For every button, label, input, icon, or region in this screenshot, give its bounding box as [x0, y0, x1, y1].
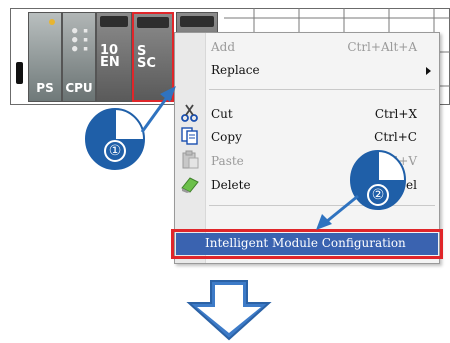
module-header — [100, 16, 128, 27]
menu-separator — [209, 89, 435, 90]
menu-item-cut[interactable]: Cut Ctrl+X — [205, 103, 439, 125]
step-number-2: ② — [367, 184, 389, 206]
module-header — [137, 17, 169, 28]
menu-item-label: Delete — [211, 178, 251, 192]
copy-icon — [181, 127, 198, 145]
step-number-1: ① — [104, 140, 126, 162]
eraser-icon — [181, 177, 199, 193]
module-cpu[interactable]: ● ▪ ● ▪ ● ▪ CPU — [62, 12, 96, 102]
menu-item-label: Cut — [211, 107, 233, 121]
menu-item-label: Copy — [211, 130, 242, 144]
module-label: PS — [36, 81, 54, 95]
scissors-icon — [181, 104, 198, 122]
down-arrow-icon — [186, 280, 272, 341]
module-label: CPU — [65, 81, 93, 95]
pointer-arrow-icon — [316, 194, 359, 230]
menu-item-shortcut: Ctrl+C — [374, 130, 417, 144]
menu-item-copy[interactable]: Copy Ctrl+C — [205, 126, 439, 148]
menu-item-label: Paste — [211, 154, 244, 168]
module-label: S SC — [137, 44, 156, 71]
paste-icon — [182, 150, 199, 169]
menu-item-shortcut: Ctrl+X — [374, 107, 417, 121]
highlight-box — [171, 229, 443, 259]
menu-item-label: Replace — [211, 63, 260, 77]
led-indicators: ● ▪ ● ▪ ● ▪ — [72, 26, 89, 54]
menu-item-label: Add — [211, 40, 236, 54]
module-header — [180, 16, 214, 27]
pointer-arrow-icon — [140, 86, 176, 133]
submenu-arrow-icon — [426, 67, 431, 75]
module-ps[interactable]: PS — [28, 12, 62, 102]
menu-item-shortcut: Ctrl+Alt+A — [347, 40, 417, 54]
rack-connector — [12, 22, 26, 100]
menu-item-replace[interactable]: Replace — [205, 59, 439, 81]
module-ethernet[interactable]: 10 EN — [96, 12, 132, 102]
menu-item-add[interactable]: Add Ctrl+Alt+A — [205, 36, 439, 58]
module-label: 10 EN — [100, 43, 120, 70]
